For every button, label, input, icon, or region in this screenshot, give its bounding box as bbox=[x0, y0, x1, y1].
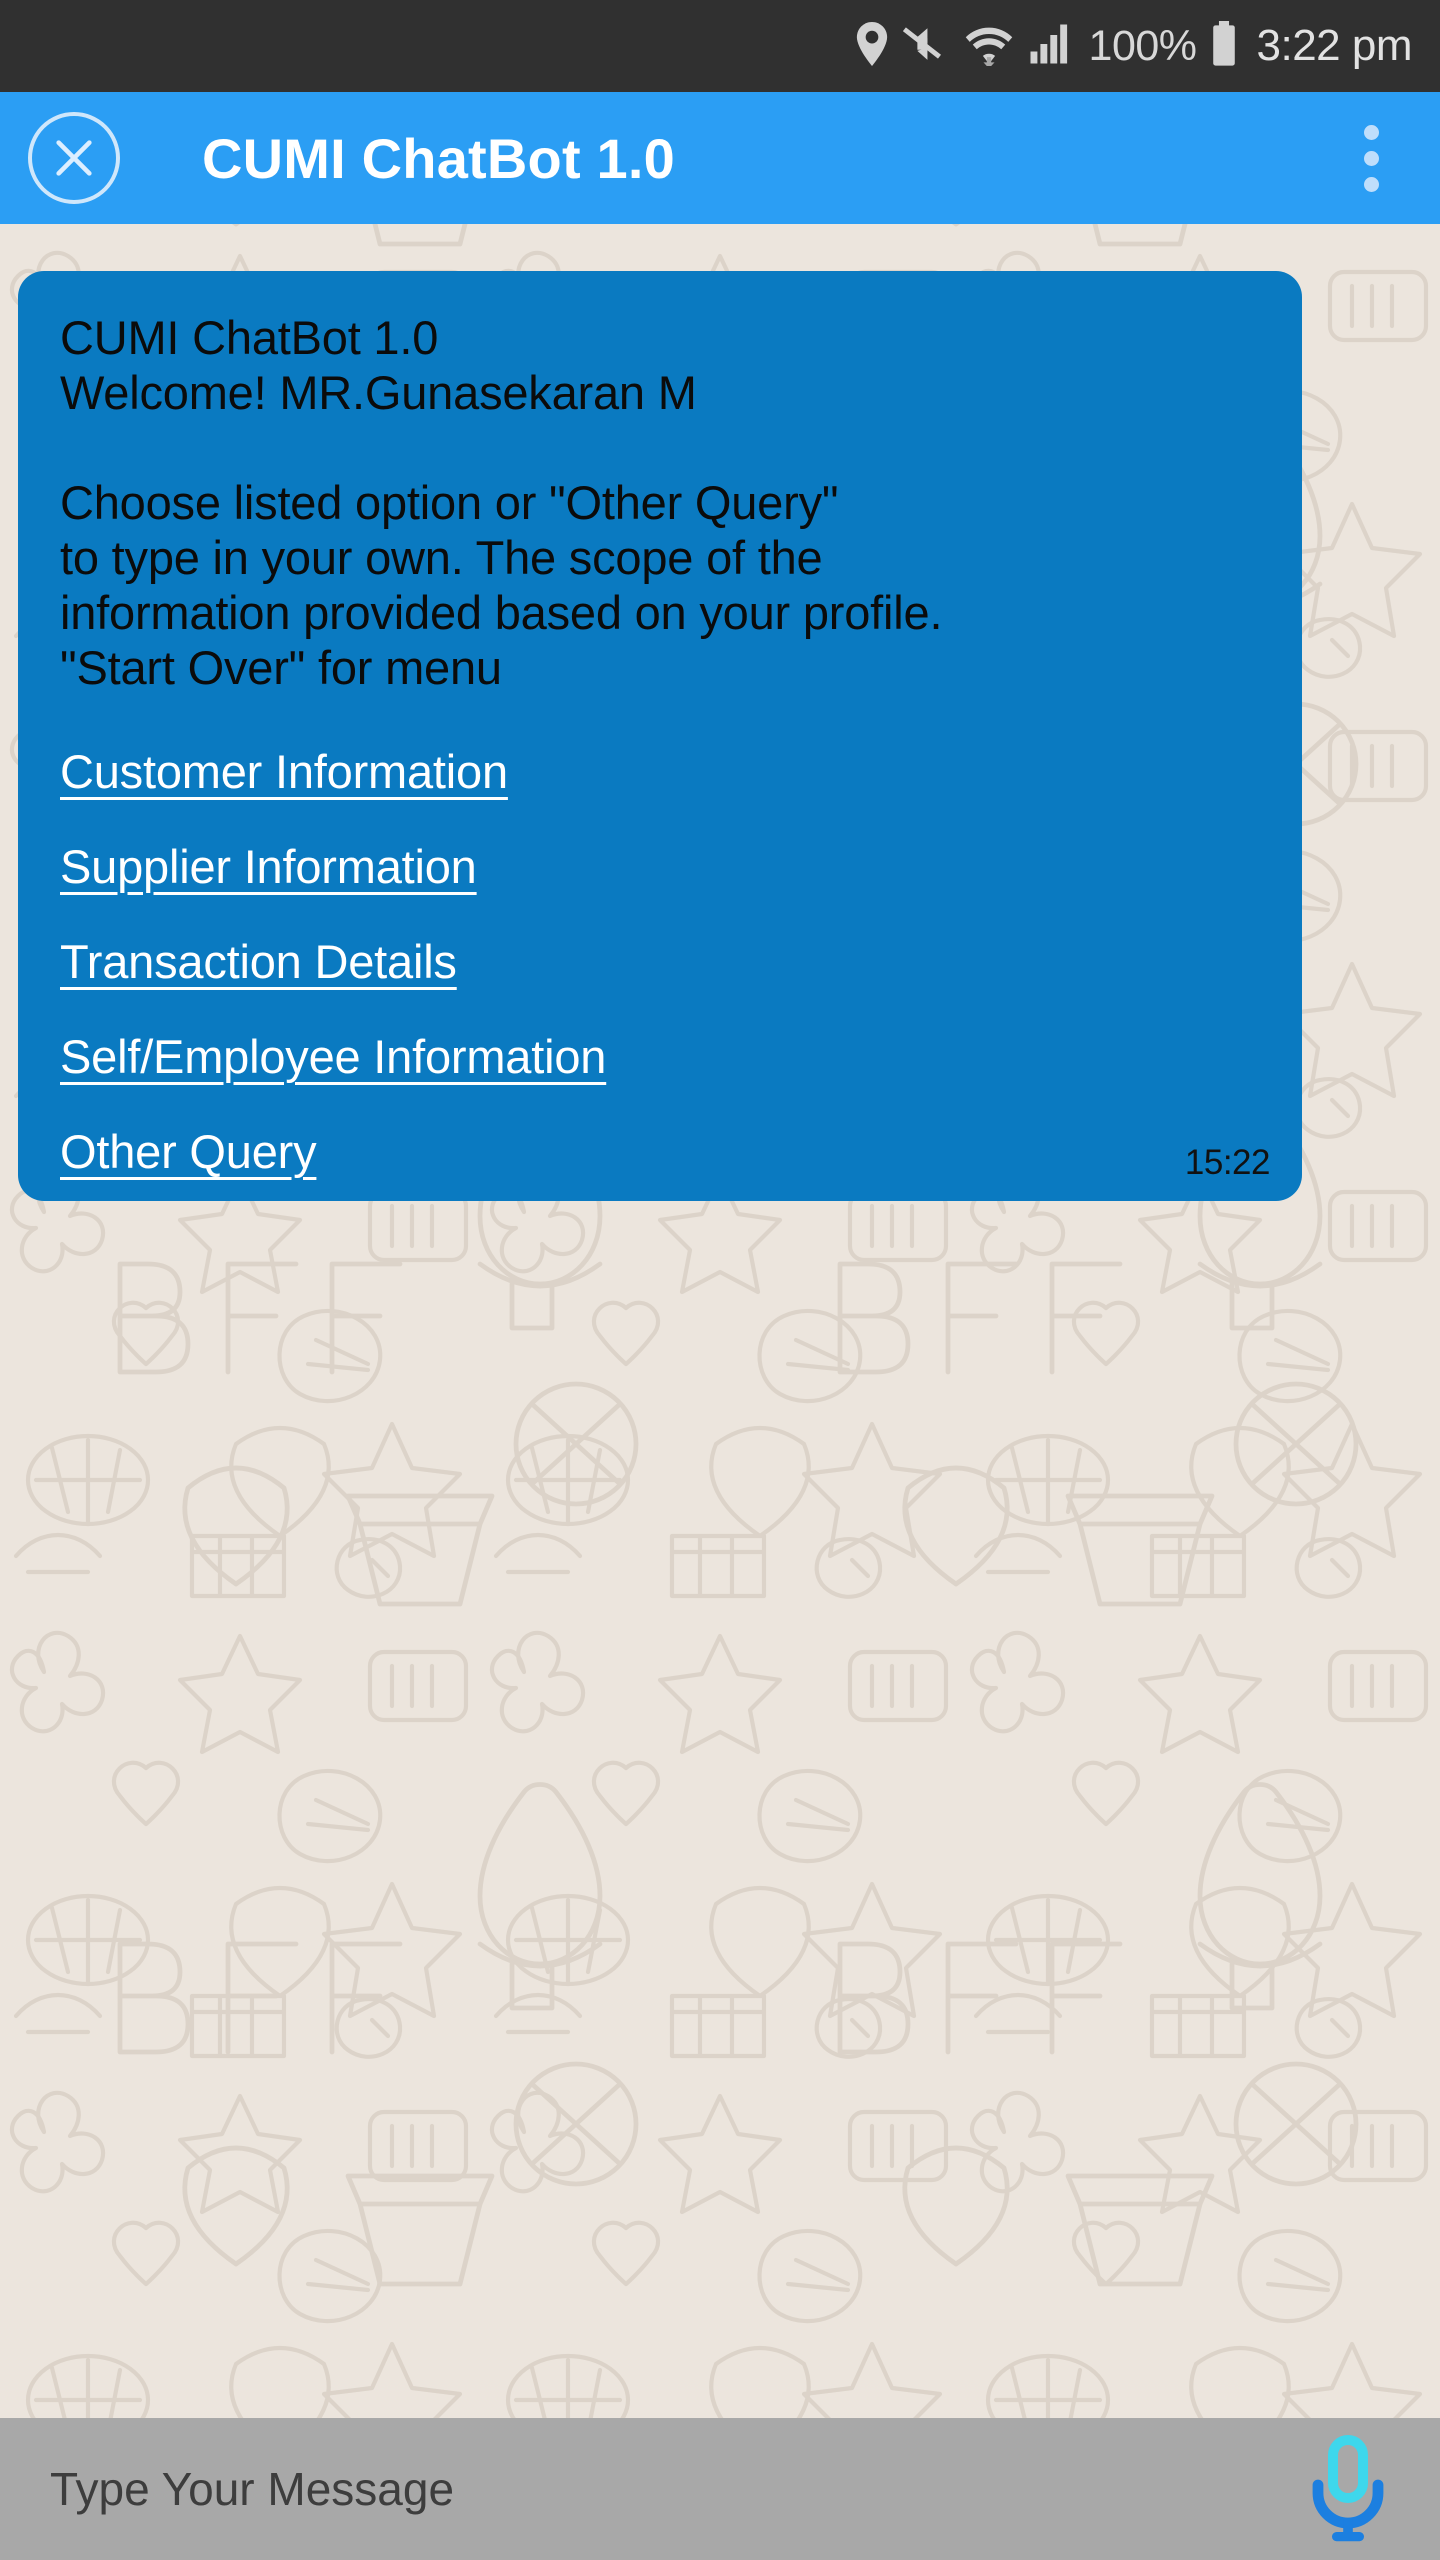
overflow-menu-button[interactable] bbox=[1336, 103, 1406, 213]
option-link-supplier-information[interactable]: Supplier Information bbox=[60, 843, 477, 890]
close-icon bbox=[56, 140, 92, 176]
status-bar-clock: 3:22 pm bbox=[1256, 21, 1413, 70]
option-row: Transaction Details bbox=[60, 938, 1268, 985]
status-bar: 100% 3:22 pm bbox=[0, 0, 1440, 92]
message-input[interactable] bbox=[50, 2462, 1296, 2516]
app-bar: CUMI ChatBot 1.0 bbox=[0, 92, 1440, 224]
option-link-self-employee-information[interactable]: Self/Employee Information bbox=[60, 1033, 606, 1080]
chat-message-list[interactable]: CUMI ChatBot 1.0 Welcome! MR.Gunasekaran… bbox=[0, 224, 1440, 2418]
overflow-dot-icon bbox=[1363, 150, 1379, 166]
bubble-body-text: CUMI ChatBot 1.0 Welcome! MR.Gunasekaran… bbox=[60, 311, 943, 694]
option-row: Other Query bbox=[60, 1128, 1268, 1175]
overflow-dot-icon bbox=[1363, 176, 1379, 192]
battery-percent-label: 100% bbox=[1088, 21, 1197, 70]
option-row: Self/Employee Information bbox=[60, 1033, 1268, 1080]
microphone-icon bbox=[1312, 2435, 1384, 2542]
battery-icon bbox=[1211, 20, 1237, 72]
signal-icon bbox=[1029, 22, 1071, 71]
option-link-customer-information[interactable]: Customer Information bbox=[60, 748, 508, 795]
message-input-bar bbox=[0, 2418, 1440, 2560]
status-bar-icons: 100% 3:22 pm bbox=[855, 20, 1413, 72]
chat-bubble-bot: CUMI ChatBot 1.0 Welcome! MR.Gunasekaran… bbox=[18, 271, 1302, 1201]
location-icon bbox=[855, 21, 889, 71]
bubble-option-list: Customer Information Supplier Informatio… bbox=[60, 748, 1268, 1175]
page-title: CUMI ChatBot 1.0 bbox=[202, 126, 675, 190]
phone-screen: 100% 3:22 pm CUMI ChatBot 1.0 CUMI ChatB… bbox=[0, 0, 1440, 2560]
wifi-icon bbox=[963, 22, 1015, 71]
overflow-dot-icon bbox=[1363, 124, 1379, 140]
mute-icon bbox=[902, 23, 949, 70]
option-link-other-query[interactable]: Other Query bbox=[60, 1128, 317, 1175]
option-row: Customer Information bbox=[60, 748, 1268, 795]
option-row: Supplier Information bbox=[60, 843, 1268, 890]
option-link-transaction-details[interactable]: Transaction Details bbox=[60, 938, 457, 985]
message-timestamp: 15:22 bbox=[1184, 1142, 1271, 1182]
close-button[interactable] bbox=[28, 112, 120, 204]
microphone-button[interactable] bbox=[1296, 2429, 1400, 2549]
